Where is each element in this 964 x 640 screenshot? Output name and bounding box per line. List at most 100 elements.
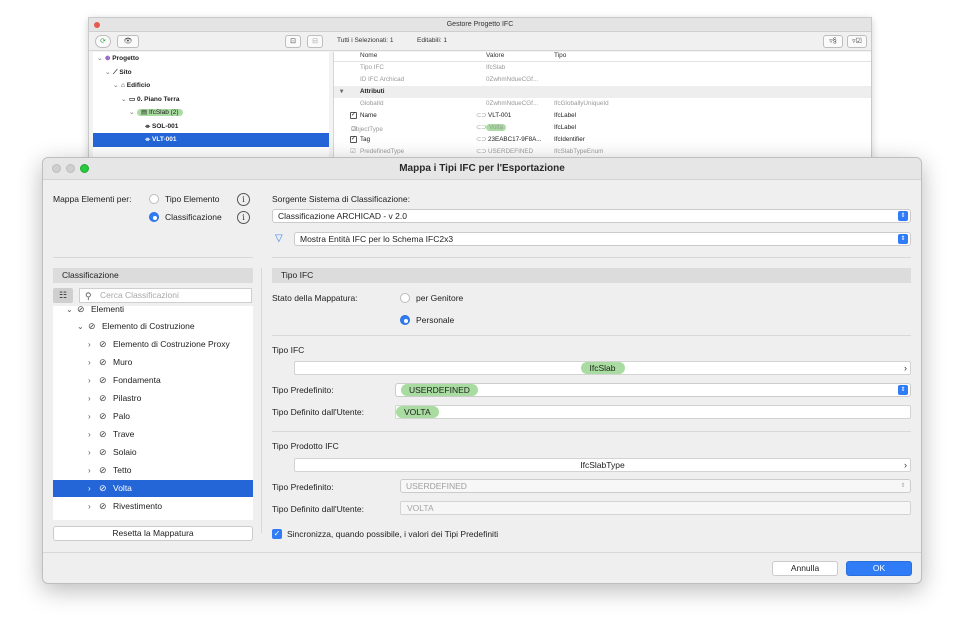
reset-mapping-button[interactable]: Resetta la Mappatura bbox=[53, 526, 253, 541]
classification-icon: ⊘ bbox=[99, 501, 107, 511]
state-parent-label[interactable]: per Genitore bbox=[416, 293, 463, 303]
table-row[interactable]: Tipo IFC IfcSlab bbox=[334, 62, 871, 74]
state-parent-radio[interactable] bbox=[400, 293, 410, 303]
divider bbox=[272, 431, 911, 432]
filter-check-icon[interactable]: ▿☑ bbox=[847, 35, 867, 48]
visibility-icon[interactable]: 👁 bbox=[117, 35, 139, 48]
state-custom-label[interactable]: Personale bbox=[416, 315, 454, 325]
tree-row-sol001[interactable]: ⌯ SOL-001 bbox=[93, 120, 329, 134]
dialog-title: Mappa i Tipi IFC per l'Esportazione bbox=[399, 163, 565, 174]
select-stepper-icon: ⇕ bbox=[898, 385, 908, 395]
cancel-button[interactable]: Annulla bbox=[772, 561, 838, 576]
map-by-type-radio[interactable] bbox=[149, 194, 159, 204]
link-icon: ⊂⊃ bbox=[476, 136, 487, 143]
close-dot-icon[interactable] bbox=[94, 22, 100, 28]
ifc-type-selector[interactable]: IfcSlab › bbox=[294, 361, 911, 375]
tree-item-tetto[interactable]: › ⊘ Tetto bbox=[53, 462, 253, 479]
classification-icon: ⊘ bbox=[99, 357, 107, 367]
table-group-row[interactable]: ▾ Attributi bbox=[334, 86, 871, 98]
tree-row-vlt001[interactable]: ⌯ VLT-001 bbox=[93, 133, 329, 147]
ifc-schema-filter-select[interactable]: Mostra Entità IFC per lo Schema IFC2x3 ⇕ bbox=[294, 232, 911, 246]
state-custom-radio[interactable] bbox=[400, 315, 410, 325]
filter-funnel-icon[interactable]: ▽ bbox=[275, 233, 283, 244]
map-by-label: Mappa Elementi per: bbox=[53, 194, 132, 204]
tree-item-pilastro[interactable]: › ⊘ Pilastro bbox=[53, 390, 253, 407]
classification-icon: ⊘ bbox=[99, 411, 107, 421]
table-row[interactable]: ID IFC Archicad 0ZwhmNdueCGf... bbox=[334, 74, 871, 86]
tree-item-palo[interactable]: › ⊘ Palo bbox=[53, 408, 253, 425]
close-window-icon[interactable] bbox=[52, 164, 61, 173]
user-defined-type-input[interactable]: VOLTA bbox=[395, 405, 911, 419]
source-classification-select[interactable]: Classificazione ARCHICAD - v 2.0 ⇕ bbox=[272, 209, 911, 223]
user-defined-type-2-input: VOLTA bbox=[400, 501, 911, 515]
filter-icon[interactable]: ▿§ bbox=[823, 35, 843, 48]
map-ifc-types-dialog: Mappa i Tipi IFC per l'Esportazione Mapp… bbox=[42, 157, 922, 584]
predefined-type-select[interactable]: USERDEFINED ⇕ bbox=[395, 383, 911, 397]
map-by-class-label[interactable]: Classificazione bbox=[165, 212, 222, 222]
product-type-selector[interactable]: IfcSlabType › bbox=[294, 458, 911, 472]
product-type-label: Tipo Prodotto IFC bbox=[272, 441, 339, 451]
bg-window-titlebar: Gestore Progetto IFC bbox=[89, 18, 871, 32]
info-icon[interactable]: i bbox=[237, 211, 250, 224]
tree-item-elemento-costruzione[interactable]: ⌄ ⊘ Elemento di Costruzione bbox=[53, 318, 253, 335]
classification-panel: Classificazione ☷ ⚲ Cerca Classificazion… bbox=[53, 268, 253, 541]
tree-item-elementi[interactable]: ⌄ ⊘ Elementi bbox=[53, 306, 253, 318]
minimize-window-icon[interactable] bbox=[66, 164, 75, 173]
table-row[interactable]: ✓ Tag ⊂⊃ 23EABC17-9F8A... IfcIdentifier bbox=[334, 134, 871, 146]
checkbox-icon[interactable]: ✓ bbox=[350, 136, 357, 143]
tree-row-site[interactable]: ⌄ ⟋ Sito bbox=[93, 66, 329, 80]
search-input[interactable]: ⚲ Cerca Classificazioni bbox=[79, 288, 252, 303]
editable-count: Editabili: 1 bbox=[417, 37, 447, 44]
tree-item-muro[interactable]: › ⊘ Muro bbox=[53, 354, 253, 371]
classification-icon: ⊘ bbox=[77, 306, 85, 314]
tree-row-ifcslab[interactable]: ⌄ ▤ IfcSlab (2) bbox=[93, 106, 329, 120]
tree-layout-alt-icon[interactable]: ⊟ bbox=[307, 35, 323, 48]
checkbox-icon[interactable]: ☑ bbox=[350, 148, 356, 155]
tree-layout-icon[interactable]: ⊡ bbox=[285, 35, 301, 48]
checkbox-icon[interactable]: ✓ bbox=[350, 112, 357, 119]
divider bbox=[272, 257, 911, 258]
tree-item-fondamenta[interactable]: › ⊘ Fondamenta bbox=[53, 372, 253, 389]
chevron-down-icon: ▾ bbox=[340, 88, 344, 95]
map-by-type-label[interactable]: Tipo Elemento bbox=[165, 194, 220, 204]
tree-row-storey[interactable]: ⌄ ▭ 0. Piano Terra bbox=[93, 93, 329, 107]
ok-button[interactable]: OK bbox=[846, 561, 912, 576]
element-icon: ⌯ bbox=[145, 136, 153, 143]
refresh-icon[interactable]: ⟳ bbox=[95, 35, 111, 48]
predefined-type-2-select: USERDEFINED ⇕ bbox=[400, 479, 911, 493]
classification-icon: ⊘ bbox=[99, 375, 107, 385]
info-icon[interactable]: i bbox=[237, 193, 250, 206]
user-defined-type-2-label: Tipo Definito dall'Utente: bbox=[272, 504, 365, 514]
source-label: Sorgente Sistema di Classificazione: bbox=[272, 194, 410, 204]
select-stepper-icon: ⇕ bbox=[898, 234, 908, 244]
tree-item-volta[interactable]: › ⊘ Volta bbox=[53, 480, 253, 497]
tree-item-rivestimento[interactable]: › ⊘ Rivestimento bbox=[53, 498, 253, 515]
tree-row-building[interactable]: ⌄ ⌂ Edificio bbox=[93, 79, 329, 93]
sync-label[interactable]: Sincronizza, quando possibile, i valori … bbox=[287, 529, 498, 539]
divider bbox=[272, 335, 911, 336]
bg-ifc-tree: ⌄ ⊛ Progetto ⌄ ⟋ Sito ⌄ ⌂ Edificio ⌄ ▭ 0. Pi… bbox=[93, 52, 329, 161]
bg-properties-table: Nome Valore Tipo Tipo IFC IfcSlab ID IFC … bbox=[333, 52, 871, 161]
zoom-window-icon[interactable] bbox=[80, 164, 89, 173]
slab-icon: ▤ bbox=[141, 109, 149, 116]
tree-item-proxy[interactable]: › ⊘ Elemento di Costruzione Proxy bbox=[53, 336, 253, 353]
table-row[interactable]: ☑ ObjectType ⊂⊃ Volta IfcLabel bbox=[334, 122, 871, 134]
chevron-right-icon: › bbox=[904, 460, 907, 470]
tree-row-project[interactable]: ⌄ ⊛ Progetto bbox=[93, 52, 329, 66]
map-by-class-radio[interactable] bbox=[149, 212, 159, 222]
sync-checkbox[interactable]: ✓ bbox=[272, 529, 282, 539]
chevron-right-icon: › bbox=[904, 363, 907, 373]
divider bbox=[53, 257, 253, 258]
classification-header: Classificazione bbox=[53, 268, 253, 283]
storey-icon: ▭ bbox=[129, 95, 137, 103]
ifc-project-manager-window: Gestore Progetto IFC ⟳ 👁 ⊡ ⊟ Tutti i Sel… bbox=[88, 17, 872, 162]
classification-icon: ⊘ bbox=[99, 339, 107, 349]
tree-item-solaio[interactable]: › ⊘ Solaio bbox=[53, 444, 253, 461]
classification-tree[interactable]: ⌄ ⊘ Elementi ⌄ ⊘ Elemento di Costruzione › ⊘ E… bbox=[53, 306, 253, 520]
selected-all-count: Tutti i Selezionati: 1 bbox=[337, 37, 394, 44]
list-view-icon[interactable]: ☷ bbox=[53, 288, 73, 303]
table-row[interactable]: GlobalId 0ZwhmNdueCGf... IfcGloballyUnique… bbox=[334, 98, 871, 110]
tree-item-trave[interactable]: › ⊘ Trave bbox=[53, 426, 253, 443]
table-row[interactable]: ✓ Name ⊂⊃ VLT-001 IfcLabel bbox=[334, 110, 871, 122]
classification-icon: ⊘ bbox=[99, 483, 107, 493]
